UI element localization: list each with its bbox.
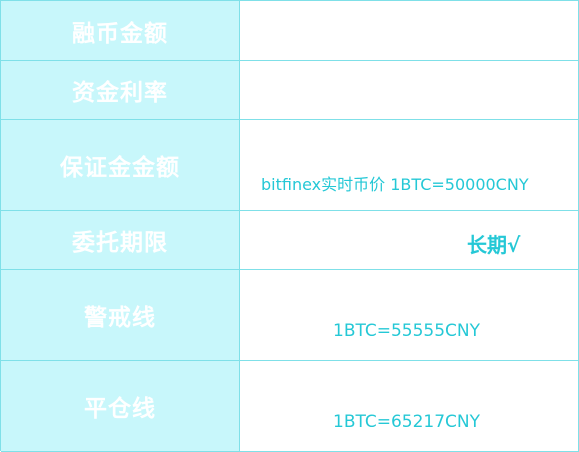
- margin-amount-label: 保证金金额: [1, 120, 240, 210]
- warning-line-value: 1BTC=55555CNY: [240, 270, 579, 360]
- loan-amount-value: [240, 1, 579, 60]
- table-row: 资金利率: [1, 61, 579, 120]
- table-row: 平仓线 1BTC=65217CNY: [1, 361, 579, 452]
- interest-rate-value: [240, 61, 579, 119]
- warning-line-text: 1BTC=55555CNY: [333, 321, 481, 341]
- table-row: 保证金金额 bitfinex实时币价 1BTC=50000CNY: [1, 120, 579, 211]
- interest-rate-label: 资金利率: [1, 61, 240, 119]
- margin-amount-text: bitfinex实时币价 1BTC=50000CNY: [261, 175, 529, 194]
- margin-amount-value: bitfinex实时币价 1BTC=50000CNY: [240, 120, 579, 210]
- order-term-label: 委托期限: [1, 211, 240, 269]
- liquidation-line-text: 1BTC=65217CNY: [333, 412, 481, 432]
- table-row: 警戒线 1BTC=55555CNY: [1, 270, 579, 361]
- table-row: 融币金额: [1, 1, 579, 61]
- liquidation-line-value: 1BTC=65217CNY: [240, 361, 579, 451]
- order-term-text: 长期√: [467, 233, 521, 257]
- loan-amount-label: 融币金额: [1, 1, 240, 60]
- liquidation-line-label: 平仓线: [1, 361, 240, 451]
- order-term-value: 长期√: [240, 211, 579, 269]
- warning-line-label: 警戒线: [1, 270, 240, 360]
- loan-details-table: 融币金额 资金利率 保证金金额 bitfinex实时币价 1BTC=50000C…: [0, 0, 579, 452]
- table-row: 委托期限 长期√: [1, 211, 579, 270]
